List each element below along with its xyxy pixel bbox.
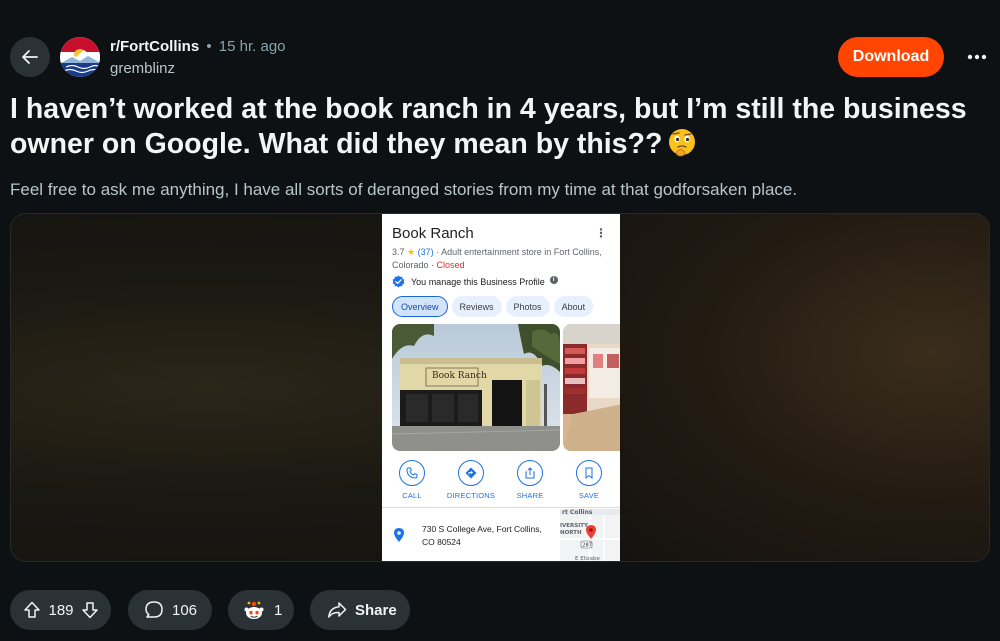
more-options-button[interactable]	[957, 37, 997, 77]
post-image[interactable]: Book Ranch ⋮ 3.7 ★ (37) · Adult entertai…	[10, 213, 990, 562]
mini-map: rt Collins IVERSITY NORTH 287 E Elizabe	[560, 509, 620, 562]
business-tabs: Overview Reviews Photos About	[392, 296, 594, 317]
share-label: Share	[355, 601, 397, 619]
downvote-button[interactable]	[74, 594, 106, 626]
download-button[interactable]: Download	[838, 37, 944, 77]
map-label-bottom: E Elizabe	[575, 556, 601, 562]
manage-profile-row: You manage this Business Profile i	[392, 275, 558, 288]
review-count: (37)	[417, 247, 434, 257]
phone-icon	[406, 467, 418, 479]
share-action: SHARE	[500, 460, 560, 500]
post-time: 15 hr. ago	[218, 38, 286, 55]
address-line-1: 730 S College Ave, Fort Collins,	[422, 524, 542, 534]
info-icon: i	[549, 275, 558, 284]
save-label: SAVE	[578, 491, 600, 500]
call-action: CALL	[382, 460, 442, 500]
sign-text: Book Ranch	[432, 371, 487, 381]
back-button[interactable]	[10, 37, 50, 77]
arrow-left-icon	[22, 50, 38, 64]
vote-count: 189	[48, 601, 74, 619]
more-horizontal-icon	[967, 54, 987, 60]
tab-overview: Overview	[392, 296, 448, 317]
author-link[interactable]: gremblinz	[110, 60, 175, 77]
comments-button[interactable]: 106	[128, 590, 212, 630]
award-snoo-icon	[244, 601, 264, 619]
divider	[382, 507, 620, 508]
business-meta: 3.7 ★ (37) · Adult entertainment store i…	[392, 246, 612, 271]
location-pin-icon	[394, 528, 404, 542]
directions-label: DIRECTIONS	[446, 491, 496, 500]
address-line-2: CO 80524	[422, 536, 461, 547]
verified-badge-icon	[392, 275, 405, 288]
fortcollins-flag-icon	[60, 37, 100, 77]
award-count: 1	[274, 601, 283, 619]
manage-profile-text: You manage this Business Profile	[411, 276, 545, 287]
business-rating: 3.7	[392, 247, 405, 257]
star-icon: ★	[407, 247, 416, 257]
directions-icon	[465, 467, 477, 479]
post-title: I haven’t worked at the book ranch in 4 …	[10, 92, 990, 162]
post-body: Feel free to ask me anything, I have all…	[10, 180, 798, 199]
business-address: 730 S College Ave, Fort Collins, CO 8052…	[422, 523, 552, 548]
vote-bar: 189	[10, 590, 111, 630]
business-name: Book Ranch	[392, 225, 474, 242]
bookmark-icon	[585, 467, 593, 479]
business-more-icon: ⋮	[595, 226, 607, 240]
share-button[interactable]: Share	[310, 590, 410, 630]
map-label-street2: NORTH	[560, 530, 582, 536]
subreddit-avatar[interactable]	[60, 37, 100, 77]
map-label-top: rt Collins	[562, 509, 593, 516]
upvote-button[interactable]	[16, 594, 48, 626]
share-label: SHARE	[516, 491, 544, 500]
post-header: r/FortCollins • 15 hr. ago gremblinz Dow…	[0, 0, 1000, 90]
business-status: Closed	[436, 259, 465, 270]
post-title-text: I haven’t worked at the book ranch in 4 …	[10, 93, 967, 160]
downvote-arrow-icon	[82, 602, 98, 619]
upvote-arrow-icon	[24, 601, 40, 618]
award-button[interactable]: 1	[228, 590, 294, 630]
business-actions: CALL DIRECTIONS SHARE SAVE	[382, 460, 620, 505]
map-label-street1: IVERSITY	[560, 523, 589, 529]
google-business-screenshot: Book Ranch ⋮ 3.7 ★ (37) · Adult entertai…	[382, 214, 620, 562]
tab-photos: Photos	[505, 296, 550, 317]
subreddit-line: r/FortCollins • 15 hr. ago	[110, 38, 286, 55]
blurred-background-right	[609, 214, 989, 561]
interior-photo	[563, 324, 620, 451]
share-icon	[525, 467, 535, 479]
call-label: CALL	[402, 491, 422, 500]
thinking-face-emoji	[669, 129, 696, 157]
share-arrow-icon	[328, 602, 347, 618]
post-actions: 189 106 1 Share	[0, 590, 1000, 632]
comment-count: 106	[172, 601, 198, 619]
save-action: SAVE	[559, 460, 619, 500]
tab-about: About	[553, 296, 594, 317]
directions-action: DIRECTIONS	[441, 460, 501, 500]
comment-bubble-icon	[145, 601, 163, 618]
map-route: 287	[582, 543, 592, 549]
separator-dot: •	[206, 38, 212, 55]
subreddit-link[interactable]: r/FortCollins	[110, 38, 199, 55]
storefront-photo: Book Ranch	[392, 324, 560, 451]
tab-reviews: Reviews	[451, 296, 502, 317]
